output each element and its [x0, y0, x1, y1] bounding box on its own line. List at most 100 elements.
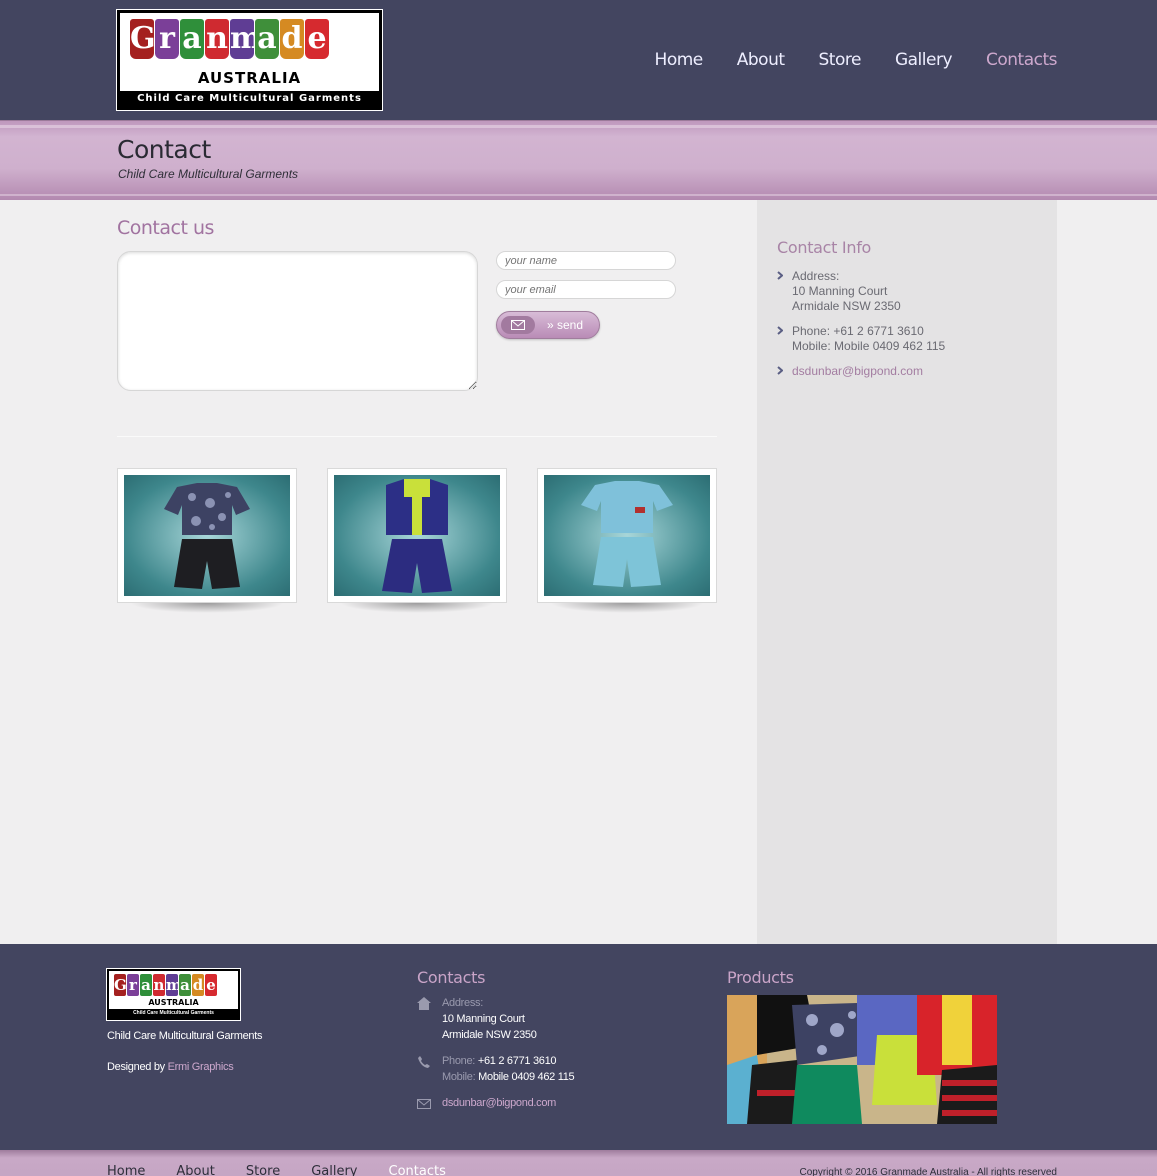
logo-letter: n: [205, 19, 229, 59]
logo-letter: a: [180, 19, 204, 59]
footer-bottom-bar: Home About Store Gallery Contacts Copyri…: [0, 1150, 1157, 1176]
footer-logo[interactable]: Granmade AUSTRALIA Child Care Multicultu…: [106, 968, 241, 1021]
products-collage-image: [727, 995, 997, 1124]
footer-email: dsdunbar@bigpond.com: [417, 1095, 556, 1111]
band-highlight: [0, 125, 1157, 128]
footer-nav-home[interactable]: Home: [107, 1164, 145, 1176]
nav-home[interactable]: Home: [655, 50, 704, 70]
page-title: Contact: [117, 135, 211, 164]
nav-about[interactable]: About: [737, 50, 785, 70]
garment-photo: [124, 475, 290, 596]
garment-photo: [544, 475, 710, 596]
footer-phone: +61 2 6771 3610: [477, 1055, 557, 1067]
designed-by: Designed by Ermi Graphics: [107, 1061, 234, 1073]
main-content: Contact us » send: [0, 200, 1157, 944]
logo-letter: G: [114, 974, 127, 996]
contact-us-heading: Contact us: [117, 217, 214, 239]
page: Granmade AUSTRALIA Child Care Multicultu…: [0, 0, 1157, 1176]
chevron-right-icon: [777, 366, 783, 375]
nav-gallery[interactable]: Gallery: [895, 50, 953, 70]
footer-phone-label: Phone:: [442, 1055, 476, 1067]
footer-email-link[interactable]: dsdunbar@bigpond.com: [442, 1097, 556, 1109]
logo-letter: d: [280, 19, 304, 59]
contact-info-heading: Contact Info: [777, 238, 872, 257]
logo-letter: r: [155, 19, 179, 59]
gallery-thumb-2[interactable]: [327, 468, 507, 613]
shirt-shorts-image: [164, 483, 250, 589]
info-phone: Phone: +61 2 6771 3610 Mobile: Mobile 04…: [777, 324, 945, 354]
info-address: Address: 10 Manning Court Armidale NSW 2…: [777, 269, 901, 314]
logo-letter: r: [127, 974, 139, 996]
email-input[interactable]: [496, 280, 676, 299]
footer-tagline: Child Care Multicultural Garments: [107, 1030, 263, 1042]
thumb-shadow: [550, 603, 704, 613]
footer-logo-wordmark: Granmade: [114, 974, 217, 996]
message-textarea[interactable]: [117, 251, 478, 391]
logo-letter: a: [179, 974, 191, 996]
footer-contacts-heading: Contacts: [417, 968, 486, 987]
vest-shorts-image: [382, 479, 452, 593]
content-divider: [117, 436, 717, 437]
nav-store[interactable]: Store: [819, 50, 862, 70]
envelope-icon: [501, 316, 535, 334]
logo-country: AUSTRALIA: [197, 69, 302, 87]
phone-icon: [418, 1056, 430, 1068]
mobile-line: Mobile: Mobile 0409 462 115: [792, 339, 946, 353]
logo-tagline: Child Care Multicultural Garments: [120, 91, 379, 107]
footer-mobile-label: Mobile:: [442, 1071, 476, 1083]
garment-photo: [334, 475, 500, 596]
footer-mobile: Mobile 0409 462 115: [478, 1071, 575, 1083]
band-highlight-bottom: [0, 194, 1157, 196]
main-nav: Home About Store Gallery Contacts: [655, 50, 1058, 70]
send-button[interactable]: » send: [496, 311, 600, 339]
footer-nav-store[interactable]: Store: [246, 1164, 280, 1176]
logo-letter: e: [205, 974, 217, 996]
address-line1: 10 Manning Court: [792, 284, 888, 298]
site-logo[interactable]: Granmade AUSTRALIA Child Care Multicultu…: [116, 9, 383, 111]
thumb-shadow: [340, 603, 494, 613]
logo-letter: m: [166, 974, 182, 996]
site-footer: Granmade AUSTRALIA Child Care Multicultu…: [0, 944, 1157, 1150]
footer-nav-contacts[interactable]: Contacts: [389, 1164, 446, 1176]
footer-address-label: Address:: [442, 997, 484, 1009]
logo-letter: m: [230, 19, 262, 59]
designed-by-prefix: Designed by: [107, 1061, 165, 1073]
footer-nav: Home About Store Gallery Contacts: [107, 1164, 446, 1176]
logo-letter: a: [255, 19, 279, 59]
tshirt-shorts-image: [581, 481, 673, 587]
logo-letter: n: [153, 974, 165, 996]
footer-products-heading: Products: [727, 968, 794, 987]
footer-logo-tagline: Child Care Multicultural Garments: [109, 1009, 238, 1018]
footer-logo-country: AUSTRALIA: [148, 998, 199, 1007]
name-input[interactable]: [496, 251, 676, 270]
logo-letter: a: [140, 974, 152, 996]
footer-nav-about[interactable]: About: [176, 1164, 214, 1176]
logo-wordmark: Granmade: [130, 19, 329, 59]
products-collage[interactable]: [727, 995, 997, 1124]
gallery-thumb-3[interactable]: [537, 468, 717, 613]
footer-phone: Phone: +61 2 6771 3610 Mobile: Mobile 04…: [417, 1053, 575, 1085]
email-link[interactable]: dsdunbar@bigpond.com: [792, 364, 923, 378]
info-email: dsdunbar@bigpond.com: [777, 364, 923, 379]
logo-letter: d: [192, 974, 204, 996]
home-icon: [417, 997, 431, 1010]
page-title-band: Contact Child Care Multicultural Garment…: [0, 120, 1157, 200]
chevron-right-icon: [777, 271, 783, 280]
page-subtitle: Child Care Multicultural Garments: [118, 167, 299, 181]
thumb-shadow: [130, 603, 284, 613]
address-label: Address:: [792, 269, 840, 283]
footer-address: Address: 10 Manning Court Armidale NSW 2…: [417, 995, 537, 1043]
send-label: » send: [547, 318, 584, 332]
designer-link[interactable]: Ermi Graphics: [168, 1061, 234, 1073]
copyright: Copyright © 2016 Granmade Australia - Al…: [799, 1167, 1058, 1176]
envelope-icon: [417, 1099, 431, 1109]
footer-address-line1: 10 Manning Court: [442, 1013, 525, 1025]
site-header: Granmade AUSTRALIA Child Care Multicultu…: [0, 0, 1157, 120]
footer-nav-gallery[interactable]: Gallery: [311, 1164, 357, 1176]
address-line2: Armidale NSW 2350: [792, 299, 901, 313]
footer-address-line2: Armidale NSW 2350: [442, 1029, 537, 1041]
chevron-right-icon: [777, 326, 783, 335]
phone-line: Phone: +61 2 6771 3610: [792, 324, 924, 338]
gallery-thumb-1[interactable]: [117, 468, 297, 613]
nav-contacts[interactable]: Contacts: [986, 50, 1058, 70]
